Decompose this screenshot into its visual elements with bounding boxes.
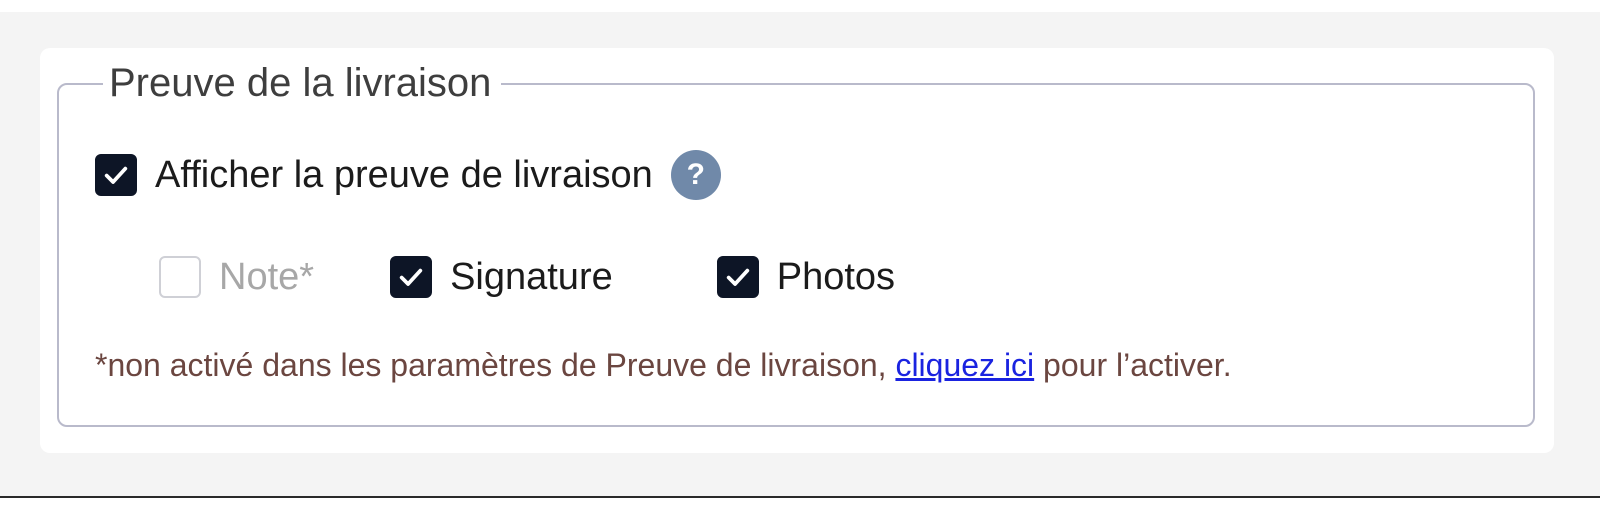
bottom-divider	[0, 496, 1600, 508]
help-icon-glyph: ?	[686, 158, 705, 191]
top-strip	[0, 0, 1600, 12]
note-label: Note*	[219, 256, 315, 298]
proof-options-row: Note* Signature Photos	[159, 253, 895, 301]
signature-checkbox[interactable]	[390, 256, 433, 298]
proof-of-delivery-fieldset: Preuve de la livraison Afficher la preuv…	[57, 59, 1535, 427]
footnote: *non activé dans les paramètres de Preuv…	[95, 343, 1232, 387]
activate-link[interactable]: cliquez ici	[895, 347, 1034, 383]
checkmark-icon	[726, 268, 749, 286]
footnote-suffix: pour l’activer.	[1034, 347, 1232, 383]
show-proof-label[interactable]: Afficher la preuve de livraison	[155, 151, 653, 199]
section-title: Preuve de la livraison	[103, 59, 502, 107]
signature-label[interactable]: Signature	[450, 253, 613, 301]
checkmark-icon	[104, 166, 128, 184]
photos-label[interactable]: Photos	[777, 253, 895, 301]
option-signature: Signature	[390, 253, 613, 301]
option-photos: Photos	[716, 253, 895, 301]
checkmark-icon	[399, 268, 423, 286]
show-proof-row: Afficher la preuve de livraison ?	[95, 150, 721, 200]
show-proof-checkbox[interactable]	[95, 154, 137, 196]
footnote-prefix: *non activé dans les paramètres de Preuv…	[95, 347, 896, 383]
settings-panel: Preuve de la livraison Afficher la preuv…	[40, 48, 1554, 453]
photos-checkbox[interactable]	[716, 256, 759, 298]
help-icon[interactable]: ?	[670, 150, 721, 200]
note-checkbox[interactable]	[159, 256, 201, 298]
option-note: Note*	[159, 253, 314, 301]
